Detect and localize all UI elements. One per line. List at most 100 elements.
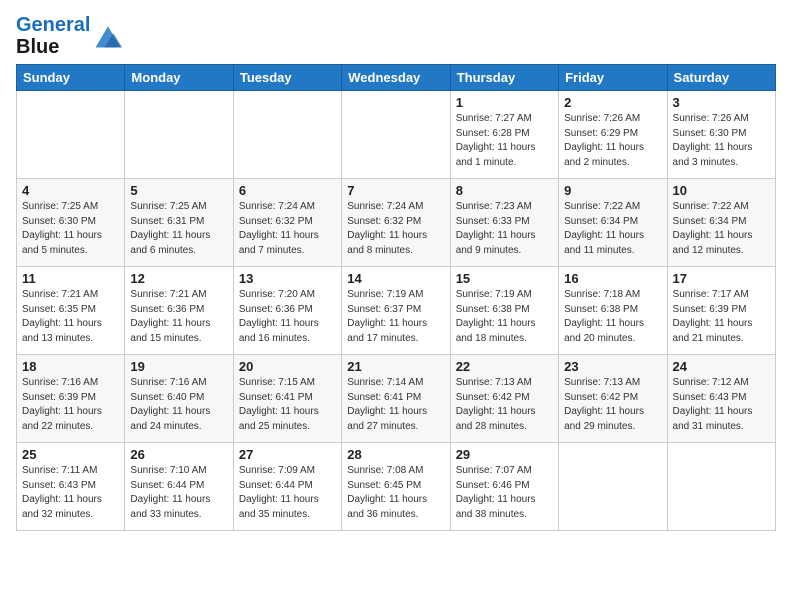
day-number: 19 xyxy=(130,359,227,374)
calendar-cell: 24 Sunrise: 7:12 AM Sunset: 6:43 PM Dayli… xyxy=(667,355,775,443)
calendar-cell: 12 Sunrise: 7:21 AM Sunset: 6:36 PM Dayli… xyxy=(125,267,233,355)
day-number: 3 xyxy=(673,95,770,110)
day-info: Sunrise: 7:17 AM Sunset: 6:39 PM Dayligh… xyxy=(673,288,770,346)
calendar-table: SundayMondayTuesdayWednesdayThursdayFrid… xyxy=(16,64,776,531)
day-number: 23 xyxy=(564,359,661,374)
logo-icon xyxy=(92,22,124,50)
day-info: Sunrise: 7:19 AM Sunset: 6:38 PM Dayligh… xyxy=(456,288,553,346)
day-number: 29 xyxy=(456,447,553,462)
day-info: Sunrise: 7:27 AM Sunset: 6:28 PM Dayligh… xyxy=(456,112,553,170)
calendar-cell: 16 Sunrise: 7:18 AM Sunset: 6:38 PM Dayli… xyxy=(559,267,667,355)
day-number: 4 xyxy=(22,183,119,198)
calendar-cell: 5Sunrise: 7:25 AM Sunset: 6:31 PM Daylig… xyxy=(125,179,233,267)
day-info: Sunrise: 7:26 AM Sunset: 6:30 PM Dayligh… xyxy=(673,112,770,170)
day-info: Sunrise: 7:24 AM Sunset: 6:32 PM Dayligh… xyxy=(239,200,336,258)
logo-line1: General xyxy=(16,14,90,36)
weekday-header-sunday: Sunday xyxy=(17,65,125,91)
weekday-header-thursday: Thursday xyxy=(450,65,558,91)
day-number: 24 xyxy=(673,359,770,374)
day-info: Sunrise: 7:22 AM Sunset: 6:34 PM Dayligh… xyxy=(564,200,661,258)
header: General Blue xyxy=(16,10,776,58)
weekday-header-saturday: Saturday xyxy=(667,65,775,91)
day-info: Sunrise: 7:25 AM Sunset: 6:30 PM Dayligh… xyxy=(22,200,119,258)
day-info: Sunrise: 7:14 AM Sunset: 6:41 PM Dayligh… xyxy=(347,376,444,434)
logo-line2: Blue xyxy=(16,36,90,58)
day-number: 15 xyxy=(456,271,553,286)
day-number: 18 xyxy=(22,359,119,374)
day-number: 25 xyxy=(22,447,119,462)
weekday-header-wednesday: Wednesday xyxy=(342,65,450,91)
day-info: Sunrise: 7:20 AM Sunset: 6:36 PM Dayligh… xyxy=(239,288,336,346)
day-info: Sunrise: 7:13 AM Sunset: 6:42 PM Dayligh… xyxy=(456,376,553,434)
day-number: 17 xyxy=(673,271,770,286)
calendar-cell: 27 Sunrise: 7:09 AM Sunset: 6:44 PM Dayli… xyxy=(233,443,341,531)
calendar-cell: 10 Sunrise: 7:22 AM Sunset: 6:34 PM Dayli… xyxy=(667,179,775,267)
day-number: 28 xyxy=(347,447,444,462)
week-row-4: 18 Sunrise: 7:16 AM Sunset: 6:39 PM Dayli… xyxy=(17,355,776,443)
calendar-cell: 15 Sunrise: 7:19 AM Sunset: 6:38 PM Dayli… xyxy=(450,267,558,355)
day-number: 27 xyxy=(239,447,336,462)
weekday-header-row: SundayMondayTuesdayWednesdayThursdayFrid… xyxy=(17,65,776,91)
calendar-cell: 20Sunrise: 7:15 AM Sunset: 6:41 PM Dayli… xyxy=(233,355,341,443)
day-info: Sunrise: 7:18 AM Sunset: 6:38 PM Dayligh… xyxy=(564,288,661,346)
calendar-cell: 14Sunrise: 7:19 AM Sunset: 6:37 PM Dayli… xyxy=(342,267,450,355)
day-number: 13 xyxy=(239,271,336,286)
week-row-5: 25 Sunrise: 7:11 AM Sunset: 6:43 PM Dayli… xyxy=(17,443,776,531)
day-number: 5 xyxy=(130,183,227,198)
day-info: Sunrise: 7:10 AM Sunset: 6:44 PM Dayligh… xyxy=(130,464,227,522)
calendar-cell xyxy=(125,91,233,179)
day-number: 12 xyxy=(130,271,227,286)
day-number: 11 xyxy=(22,271,119,286)
logo: General Blue xyxy=(16,14,124,58)
day-info: Sunrise: 7:23 AM Sunset: 6:33 PM Dayligh… xyxy=(456,200,553,258)
day-info: Sunrise: 7:22 AM Sunset: 6:34 PM Dayligh… xyxy=(673,200,770,258)
day-info: Sunrise: 7:09 AM Sunset: 6:44 PM Dayligh… xyxy=(239,464,336,522)
calendar-cell: 1 Sunrise: 7:27 AM Sunset: 6:28 PM Daylig… xyxy=(450,91,558,179)
day-info: Sunrise: 7:07 AM Sunset: 6:46 PM Dayligh… xyxy=(456,464,553,522)
day-info: Sunrise: 7:11 AM Sunset: 6:43 PM Dayligh… xyxy=(22,464,119,522)
day-info: Sunrise: 7:15 AM Sunset: 6:41 PM Dayligh… xyxy=(239,376,336,434)
day-info: Sunrise: 7:21 AM Sunset: 6:35 PM Dayligh… xyxy=(22,288,119,346)
weekday-header-friday: Friday xyxy=(559,65,667,91)
day-number: 10 xyxy=(673,183,770,198)
day-info: Sunrise: 7:08 AM Sunset: 6:45 PM Dayligh… xyxy=(347,464,444,522)
calendar-cell: 13 Sunrise: 7:20 AM Sunset: 6:36 PM Dayli… xyxy=(233,267,341,355)
calendar-cell: 26 Sunrise: 7:10 AM Sunset: 6:44 PM Dayli… xyxy=(125,443,233,531)
calendar-cell: 23Sunrise: 7:13 AM Sunset: 6:42 PM Dayli… xyxy=(559,355,667,443)
day-info: Sunrise: 7:16 AM Sunset: 6:39 PM Dayligh… xyxy=(22,376,119,434)
calendar-cell xyxy=(667,443,775,531)
day-number: 26 xyxy=(130,447,227,462)
day-number: 6 xyxy=(239,183,336,198)
weekday-header-monday: Monday xyxy=(125,65,233,91)
calendar-cell xyxy=(559,443,667,531)
calendar-cell: 2Sunrise: 7:26 AM Sunset: 6:29 PM Daylig… xyxy=(559,91,667,179)
day-number: 22 xyxy=(456,359,553,374)
day-number: 14 xyxy=(347,271,444,286)
calendar-cell: 9Sunrise: 7:22 AM Sunset: 6:34 PM Daylig… xyxy=(559,179,667,267)
calendar-cell: 19 Sunrise: 7:16 AM Sunset: 6:40 PM Dayli… xyxy=(125,355,233,443)
day-number: 2 xyxy=(564,95,661,110)
calendar-cell: 4 Sunrise: 7:25 AM Sunset: 6:30 PM Daylig… xyxy=(17,179,125,267)
calendar-cell: 7 Sunrise: 7:24 AM Sunset: 6:32 PM Daylig… xyxy=(342,179,450,267)
day-info: Sunrise: 7:16 AM Sunset: 6:40 PM Dayligh… xyxy=(130,376,227,434)
day-number: 7 xyxy=(347,183,444,198)
calendar-cell: 11 Sunrise: 7:21 AM Sunset: 6:35 PM Dayli… xyxy=(17,267,125,355)
calendar-cell: 8 Sunrise: 7:23 AM Sunset: 6:33 PM Daylig… xyxy=(450,179,558,267)
calendar-cell: 21 Sunrise: 7:14 AM Sunset: 6:41 PM Dayli… xyxy=(342,355,450,443)
week-row-3: 11 Sunrise: 7:21 AM Sunset: 6:35 PM Dayli… xyxy=(17,267,776,355)
day-number: 16 xyxy=(564,271,661,286)
week-row-1: 1 Sunrise: 7:27 AM Sunset: 6:28 PM Daylig… xyxy=(17,91,776,179)
calendar-cell xyxy=(342,91,450,179)
day-number: 1 xyxy=(456,95,553,110)
calendar-page: General Blue SundayMondayTuesdayWednesda… xyxy=(0,0,792,612)
calendar-cell: 17 Sunrise: 7:17 AM Sunset: 6:39 PM Dayli… xyxy=(667,267,775,355)
calendar-cell: 6 Sunrise: 7:24 AM Sunset: 6:32 PM Daylig… xyxy=(233,179,341,267)
calendar-cell: 18 Sunrise: 7:16 AM Sunset: 6:39 PM Dayli… xyxy=(17,355,125,443)
calendar-cell: 22 Sunrise: 7:13 AM Sunset: 6:42 PM Dayli… xyxy=(450,355,558,443)
day-info: Sunrise: 7:21 AM Sunset: 6:36 PM Dayligh… xyxy=(130,288,227,346)
day-info: Sunrise: 7:24 AM Sunset: 6:32 PM Dayligh… xyxy=(347,200,444,258)
day-info: Sunrise: 7:12 AM Sunset: 6:43 PM Dayligh… xyxy=(673,376,770,434)
day-number: 21 xyxy=(347,359,444,374)
calendar-cell: 29 Sunrise: 7:07 AM Sunset: 6:46 PM Dayli… xyxy=(450,443,558,531)
day-number: 8 xyxy=(456,183,553,198)
